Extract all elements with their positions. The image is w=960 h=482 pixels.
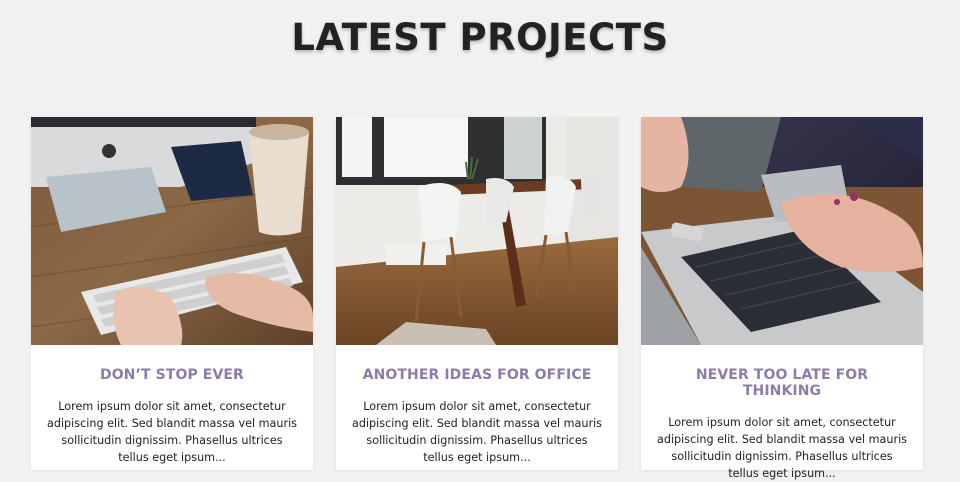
project-image-office[interactable] (336, 117, 618, 345)
project-excerpt: Lorem ipsum dolor sit amet, consectetur … (351, 400, 603, 464)
section-title: LATEST PROJECTS (291, 16, 669, 59)
project-image-desk[interactable] (31, 117, 313, 345)
project-card[interactable]: ANOTHER IDEAS FOR OFFICE Lorem ipsum dol… (336, 117, 618, 470)
project-image-laptop[interactable] (641, 117, 923, 345)
projects-grid: DON’T STOP EVER Lorem ipsum dolor sit am… (31, 117, 924, 480)
project-title[interactable]: ANOTHER IDEAS FOR OFFICE (350, 367, 604, 383)
project-card[interactable]: NEVER TOO LATE FOR THINKING Lorem ipsum … (641, 117, 923, 480)
project-title[interactable]: DON’T STOP EVER (45, 367, 299, 383)
project-excerpt: Lorem ipsum dolor sit amet, consectetur … (656, 416, 908, 480)
project-title[interactable]: NEVER TOO LATE FOR THINKING (655, 367, 909, 399)
project-excerpt: Lorem ipsum dolor sit amet, consectetur … (46, 400, 298, 464)
project-card[interactable]: DON’T STOP EVER Lorem ipsum dolor sit am… (31, 117, 313, 470)
